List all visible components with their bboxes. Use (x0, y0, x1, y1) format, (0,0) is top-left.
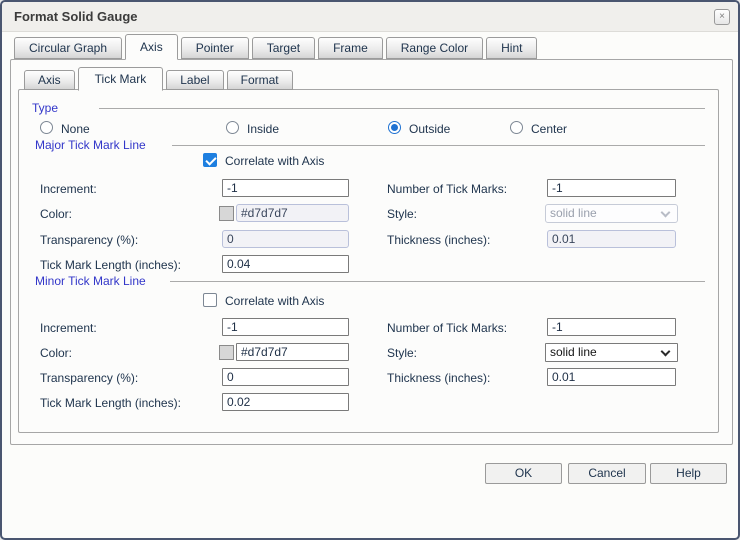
minor-transparency-label: Transparency (%): (40, 371, 138, 385)
close-icon[interactable]: × (714, 9, 730, 25)
tab-range-color[interactable]: Range Color (386, 37, 483, 59)
subtab-format[interactable]: Format (227, 70, 293, 90)
tab-frame[interactable]: Frame (318, 37, 383, 59)
minor-num-ticks-label: Number of Tick Marks: (387, 321, 507, 335)
major-num-ticks-label: Number of Tick Marks: (387, 182, 507, 196)
major-style-value: solid line (550, 206, 597, 220)
major-correlate-checkbox[interactable] (203, 153, 217, 167)
minor-thickness-input[interactable] (547, 368, 676, 386)
major-increment-input[interactable] (222, 179, 349, 197)
minor-length-label: Tick Mark Length (inches): (40, 396, 181, 410)
tab-axis[interactable]: Axis (125, 34, 178, 60)
chevron-down-icon (661, 347, 671, 357)
major-section-header: Major Tick Mark Line (35, 138, 146, 152)
minor-style-label: Style: (387, 346, 417, 360)
minor-increment-input[interactable] (222, 318, 349, 336)
major-style-label: Style: (387, 207, 417, 221)
major-transparency-input (222, 230, 349, 248)
minor-increment-label: Increment: (40, 321, 97, 335)
minor-color-label: Color: (40, 346, 72, 360)
tab-hint[interactable]: Hint (486, 37, 537, 59)
minor-num-ticks-input[interactable] (547, 318, 676, 336)
dialog-title: Format Solid Gauge (14, 2, 138, 32)
main-tab-strip: Circular Graph Axis Pointer Target Frame… (14, 34, 540, 59)
major-length-input[interactable] (222, 255, 349, 273)
type-section-rule (99, 108, 705, 109)
major-length-label: Tick Mark Length (inches): (40, 258, 181, 272)
radio-outside-label: Outside (409, 122, 450, 136)
radio-none[interactable] (40, 121, 53, 134)
minor-correlate-label: Correlate with Axis (225, 294, 324, 308)
format-solid-gauge-dialog: Format Solid Gauge × Circular Graph Axis… (0, 0, 740, 540)
minor-color-input[interactable] (236, 343, 349, 361)
radio-inside-label: Inside (247, 122, 279, 136)
major-transparency-label: Transparency (%): (40, 233, 138, 247)
minor-section-rule (170, 281, 705, 282)
radio-center-label: Center (531, 122, 567, 136)
major-section-rule (172, 145, 705, 146)
major-thickness-input (547, 230, 676, 248)
tab-circular-graph[interactable]: Circular Graph (14, 37, 122, 59)
minor-transparency-input[interactable] (222, 368, 349, 386)
radio-none-label: None (61, 122, 90, 136)
sub-tab-strip: Axis Tick Mark Label Format (24, 67, 296, 90)
subtab-label[interactable]: Label (166, 70, 223, 90)
major-num-ticks-input[interactable] (547, 179, 676, 197)
help-button[interactable]: Help (650, 463, 727, 484)
major-correlate-label: Correlate with Axis (225, 154, 324, 168)
minor-thickness-label: Thickness (inches): (387, 371, 490, 385)
tab-pointer[interactable]: Pointer (181, 37, 249, 59)
chevron-down-icon (661, 208, 671, 218)
radio-inside[interactable] (226, 121, 239, 134)
subtab-axis[interactable]: Axis (24, 70, 75, 90)
major-color-swatch[interactable] (219, 206, 234, 221)
radio-center[interactable] (510, 121, 523, 134)
minor-style-select[interactable]: solid line (545, 343, 678, 362)
radio-outside[interactable] (388, 121, 401, 134)
minor-color-swatch[interactable] (219, 345, 234, 360)
minor-section-header: Minor Tick Mark Line (35, 274, 146, 288)
tab-target[interactable]: Target (252, 37, 315, 59)
type-section-header: Type (32, 101, 58, 115)
major-color-label: Color: (40, 207, 72, 221)
major-style-select: solid line (545, 204, 678, 223)
minor-length-input[interactable] (222, 393, 349, 411)
major-thickness-label: Thickness (inches): (387, 233, 490, 247)
subtab-tick-mark[interactable]: Tick Mark (78, 67, 164, 91)
cancel-button[interactable]: Cancel (568, 463, 646, 484)
major-color-input (236, 204, 349, 222)
ok-button[interactable]: OK (485, 463, 562, 484)
title-bar: Format Solid Gauge × (2, 2, 738, 32)
minor-correlate-checkbox[interactable] (203, 293, 217, 307)
minor-style-value: solid line (550, 345, 597, 359)
major-increment-label: Increment: (40, 182, 97, 196)
